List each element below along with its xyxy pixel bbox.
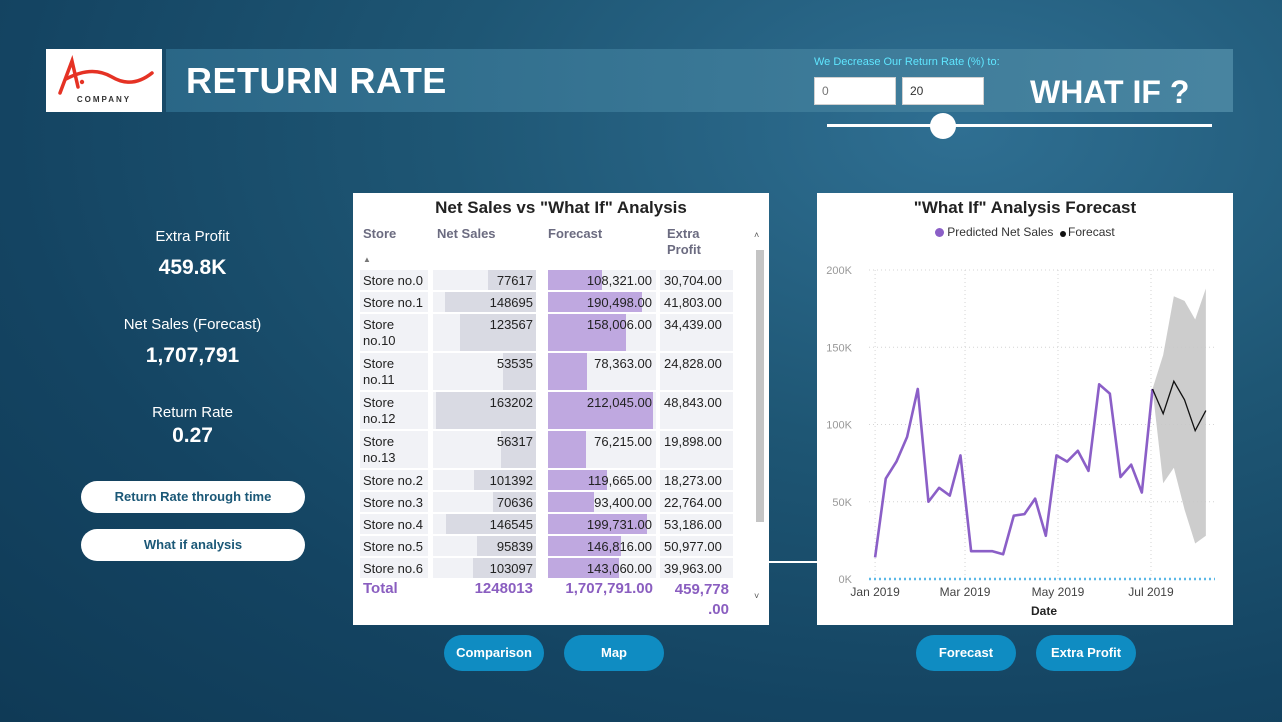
extra-profit-button[interactable]: Extra Profit [1036,635,1136,671]
store-name: Store no.1 [363,295,423,310]
x-axis-label: Date [1031,604,1057,618]
forecast-value: 76,215.00 [594,434,652,449]
forecast-value: 78,363.00 [594,356,652,371]
kpi-extra-profit-value: 459.8K [158,256,227,279]
net-sales-value: 123567 [489,317,533,332]
net-sales-value: 70636 [496,495,533,510]
map-button[interactable]: Map [564,635,664,671]
table-title: Net Sales vs "What If" Analysis [435,198,687,217]
y-tick-label: 100K [826,420,852,432]
chart-title: "What If" Analysis Forecast [913,198,1137,217]
x-tick-label: Mar 2019 [940,585,991,599]
total-label: Total [363,580,398,597]
kpi-return-rate-value: 0.27 [172,424,213,447]
forecast-value: 143,060.00 [586,561,652,576]
col-header-extra-profit[interactable]: Extra Profit [667,226,701,258]
store-name: Store no.3 [363,495,423,510]
forecast-value: 190,498.00 [586,295,652,310]
extra-profit-value: 24,828.00 [664,356,722,371]
forecast-value: 199,731.00 [586,517,652,532]
predicted-net-sales-line [873,383,1154,558]
total-net-sales: 1248013 [474,580,533,597]
chart-legend: Predicted Net Sales Forecast [817,225,1233,239]
store-name: Store no.11 [363,356,395,387]
whatif-value-input[interactable] [902,77,984,105]
store-name: Store no.12 [363,395,396,426]
extra-profit-value: 30,704.00 [664,273,722,288]
col-header-forecast[interactable]: Forecast [548,226,602,242]
extra-profit-value: 41,803.00 [664,295,722,310]
forecast-value: 158,006.00 [586,317,652,332]
logo-text: COMPANY [76,95,132,104]
company-logo: COMPANY [46,49,162,112]
scroll-up-icon[interactable]: ˄ [754,230,759,240]
net-sales-table-panel: Net Sales vs "What If" Analysis Store Ne… [353,193,769,625]
legend-forecast-label: Forecast [1068,225,1115,239]
forecast-confidence-band [1152,288,1206,544]
x-tick-label: May 2019 [1032,585,1085,599]
extra-profit-value: 34,439.00 [664,317,722,332]
forecast-value: 119,665.00 [587,473,652,488]
net-sales-value: 95839 [496,539,533,554]
what-if-analysis-button[interactable]: What if analysis [81,529,305,561]
store-name: Store no.0 [363,273,423,288]
store-name: Store no.4 [363,517,423,532]
comparison-button[interactable]: Comparison [444,635,544,671]
whatif-slider-track[interactable] [827,124,1212,127]
net-sales-value: 103097 [489,561,533,576]
net-sales-value: 163202 [489,395,533,410]
forecast-value: 93,400.00 [594,495,652,510]
legend-forecast-dot-icon [1060,231,1067,237]
forecast-chart-panel: 0K 50K 100K 150K 200K Jan 2019 Mar 2019 May 201… [817,193,1233,625]
extra-profit-value: 53,186.00 [664,517,722,532]
total-extra-profit: 459,778 .00 [674,581,729,618]
store-name: Store no.6 [363,561,423,576]
extra-profit-value: 39,963.00 [664,561,722,576]
return-rate-through-time-button[interactable]: Return Rate through time [81,481,305,513]
logo-swoosh-icon [58,55,154,95]
kpi-net-sales-value: 1,707,791 [145,344,240,367]
x-tick-label: Jan 2019 [850,585,900,599]
sort-ascending-icon[interactable]: ▲ [363,255,371,264]
extra-profit-value: 19,898.00 [664,434,722,449]
whatif-slider-thumb[interactable] [930,113,956,139]
net-sales-value: 148695 [489,295,533,310]
whatif-title: WHAT IF ? [1030,74,1190,110]
extra-profit-value: 48,843.00 [664,395,722,410]
net-sales-value: 146545 [489,517,533,532]
y-tick-label: 50K [832,497,852,509]
forecast-button[interactable]: Forecast [916,635,1016,671]
legend-predicted-label: Predicted Net Sales [947,225,1054,239]
store-name: Store no.2 [363,473,423,488]
table-scrollbar-thumb[interactable] [756,250,764,522]
col-header-net-sales[interactable]: Net Sales [437,226,496,242]
extra-profit-value: 50,977.00 [664,539,722,554]
y-tick-label: 200K [826,265,852,277]
scroll-down-icon[interactable]: ˅ [754,591,759,601]
net-sales-value: 101392 [489,473,533,488]
extra-profit-value: 18,273.00 [664,473,722,488]
net-sales-value: 56317 [496,434,533,449]
forecast-value: 146,816.00 [586,539,652,554]
kpi-return-rate-label: Return Rate [152,404,233,421]
forecast-value: 212,045.00 [586,395,652,410]
y-tick-label: 150K [826,342,852,354]
total-forecast: 1,707,791.00 [565,580,653,597]
forecast-chart: 0K50K100K150K200KJan 2019 Mar 2019 May 201… [826,265,1215,618]
kpi-extra-profit-label: Extra Profit [155,228,230,245]
col-header-store[interactable]: Store [363,226,396,242]
page-title: RETURN RATE [186,60,447,101]
whatif-label: We Decrease Our Return Rate (%) to: [814,56,1000,68]
x-tick-label: Jul 2019 [1128,585,1174,599]
whatif-min-input[interactable] [814,77,896,105]
store-name: Store no.10 [363,317,396,348]
store-name: Store no.5 [363,539,423,554]
net-sales-value: 53535 [496,356,533,371]
net-sales-value: 77617 [496,273,533,288]
forecast-value: 108,321.00 [586,273,652,288]
extra-profit-value: 22,764.00 [664,495,722,510]
kpi-net-sales-label: Net Sales (Forecast) [123,316,262,333]
store-name: Store no.13 [363,434,396,465]
legend-predicted-dot-icon [935,228,945,237]
